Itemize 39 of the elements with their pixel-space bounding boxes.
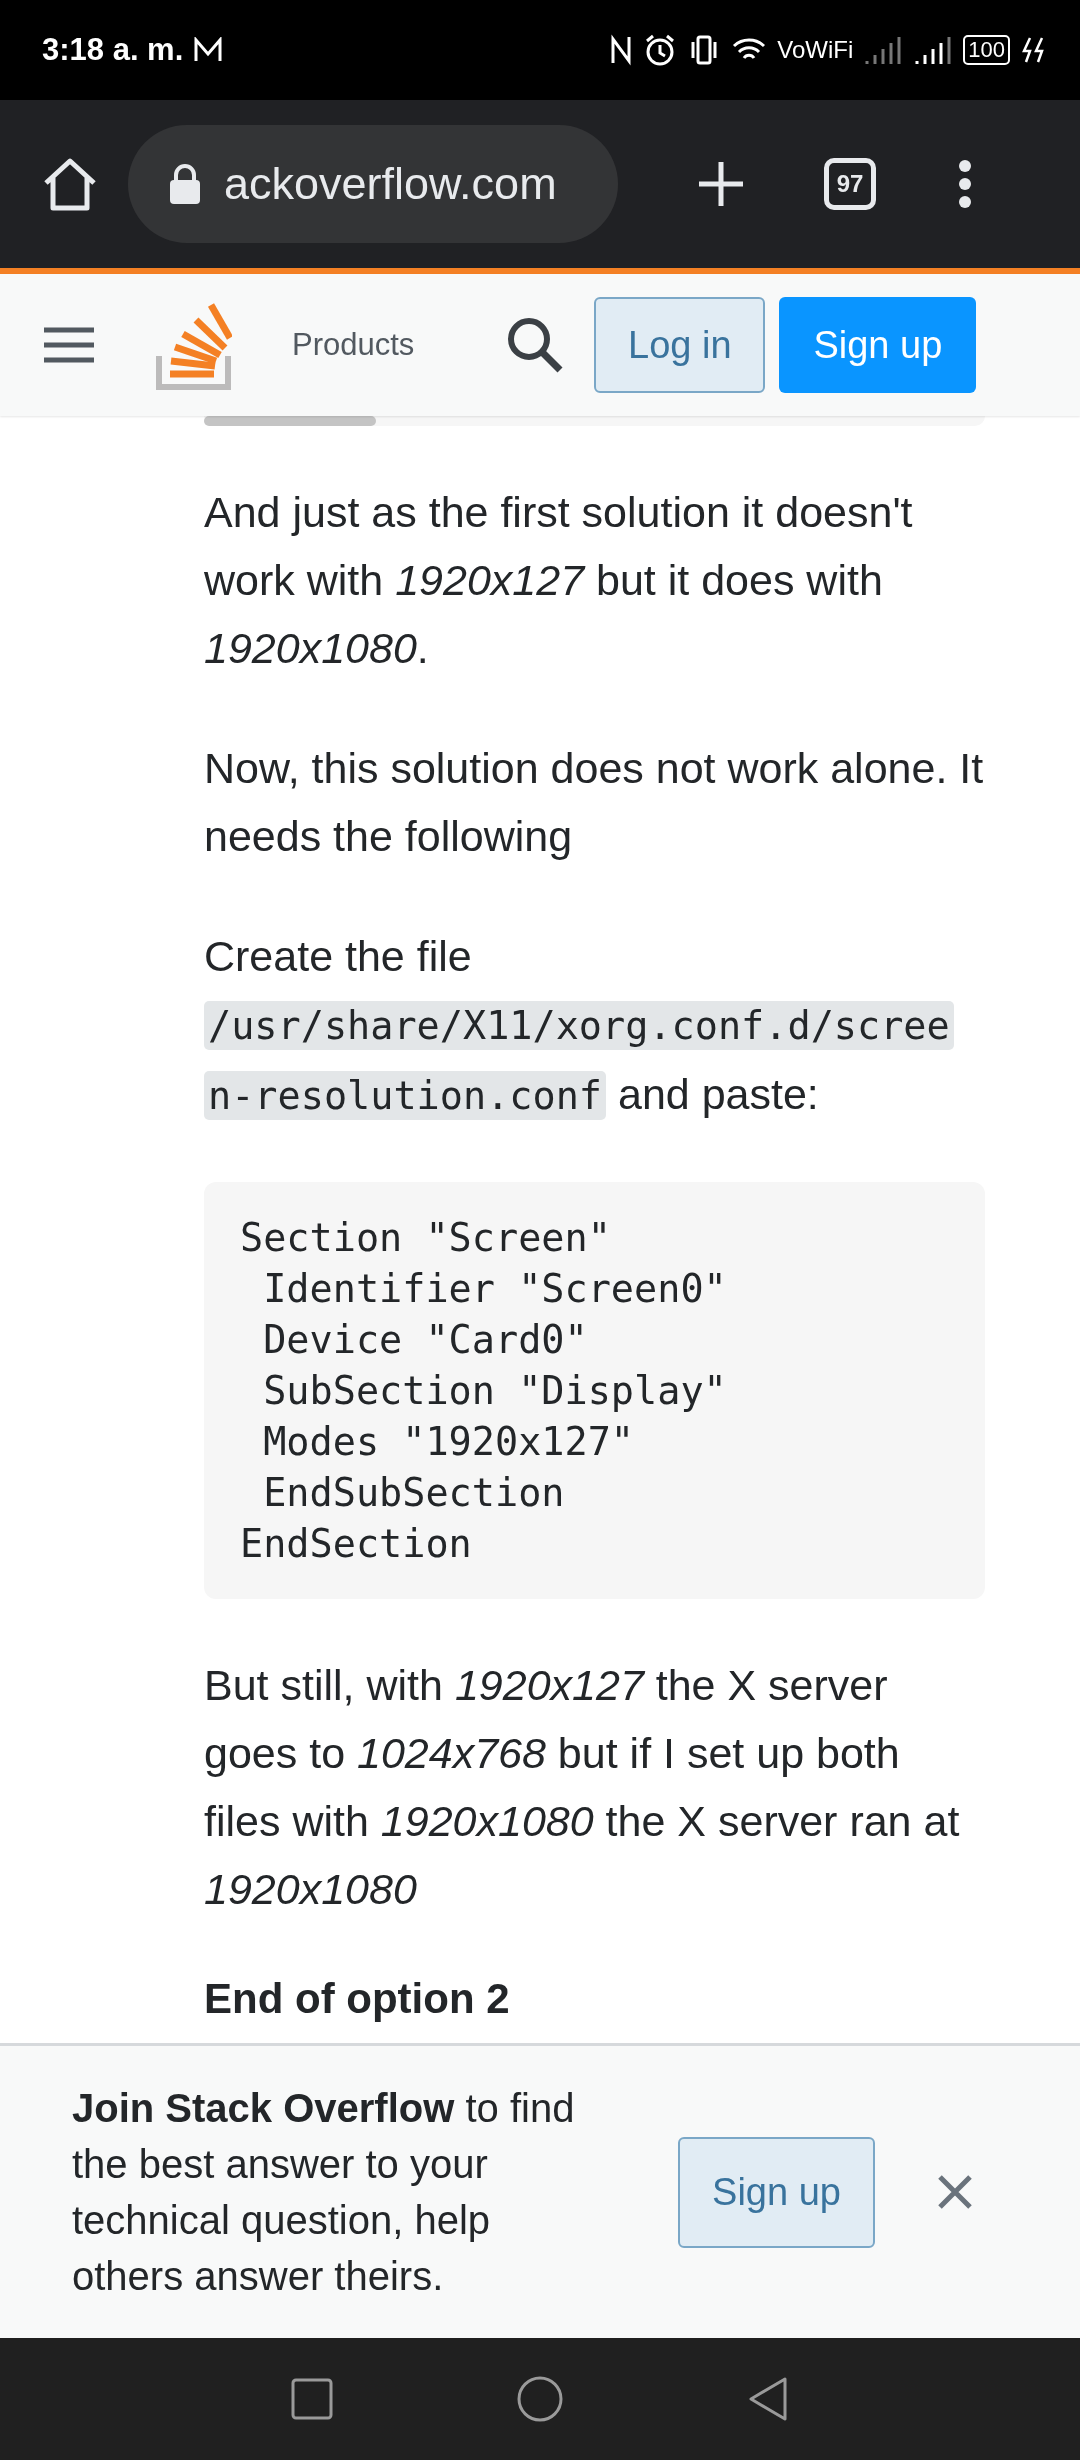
- inline-code: n-resolution.conf: [204, 1071, 607, 1120]
- signup-button[interactable]: Sign up: [678, 2136, 875, 2248]
- nfc-icon: [609, 33, 634, 67]
- code-line: Identifier "Screen0": [262, 1265, 728, 1313]
- paragraph: But still, with 1920x127 the X server goes to 1024x768 but if I set up both files with 1920x1080 the X server ran at 1920x1080: [204, 1660, 961, 1915]
- battery-icon: 100: [963, 35, 1010, 65]
- login-button[interactable]: Log in: [594, 297, 766, 393]
- close-icon[interactable]: [937, 2174, 973, 2210]
- code-line: Modes "1920x127": [262, 1418, 636, 1466]
- url-text: ackoverflow.com: [224, 158, 557, 210]
- code-line: SubSection "Display": [262, 1367, 728, 1415]
- clock: 3:18 a. m.: [42, 32, 184, 68]
- products-link[interactable]: Products: [292, 327, 415, 363]
- paragraph: And just as the first solution it doesn't work with 1920x127 but it does with 1920x1080.: [204, 487, 914, 674]
- plus-icon[interactable]: [696, 159, 746, 209]
- signal-icon: [913, 34, 954, 66]
- address-bar[interactable]: ackoverflow.com: [128, 125, 618, 243]
- search-icon[interactable]: [506, 316, 565, 374]
- signal-icon: [863, 34, 904, 66]
- menu-icon[interactable]: [44, 326, 94, 364]
- tab-count-button[interactable]: 97: [824, 158, 876, 210]
- paragraph: Now, this solution does not work alone. It needs the following: [204, 743, 985, 862]
- code-line: Section "Screen": [240, 1214, 612, 1262]
- inline-code: /usr/share/X11/xorg.conf.d/scree: [204, 1001, 954, 1050]
- square-icon[interactable]: [291, 2378, 334, 2420]
- section-heading: End of option 2: [204, 1974, 511, 2024]
- scrollbar-thumb[interactable]: [204, 416, 376, 426]
- network-label: VoWiFi: [777, 36, 854, 64]
- code-line: EndSection: [240, 1520, 473, 1568]
- home-icon[interactable]: [42, 157, 98, 211]
- menu-icon[interactable]: [958, 159, 972, 209]
- code-line: Device "Card0": [262, 1316, 589, 1364]
- banner-text: Join Stack Overflow to find the best answer to your technical question, help others answer theirs.: [72, 2085, 576, 2300]
- circle-icon[interactable]: [516, 2375, 564, 2423]
- code-line: EndSubSection: [262, 1469, 566, 1517]
- mail-icon: [193, 37, 224, 63]
- paragraph-text: and paste:: [617, 1070, 819, 1118]
- paragraph-text: Create the file: [204, 932, 472, 980]
- lock-icon: [168, 163, 202, 205]
